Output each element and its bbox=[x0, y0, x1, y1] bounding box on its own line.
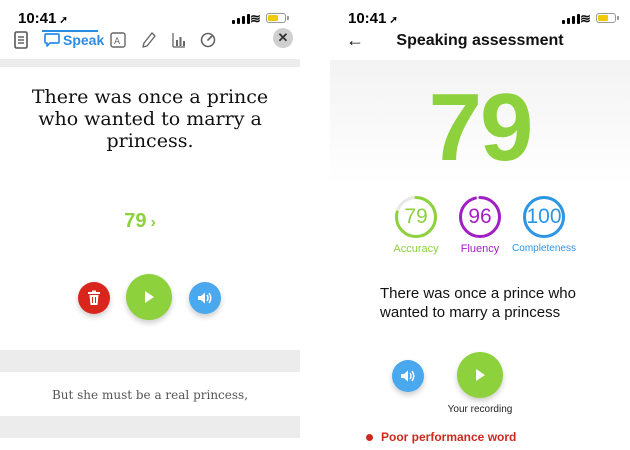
active-tab-indicator bbox=[42, 30, 98, 32]
pencil-icon[interactable] bbox=[142, 30, 156, 50]
legend-dot-icon bbox=[366, 434, 373, 442]
metric-completeness: 100 Completeness bbox=[512, 195, 576, 254]
wifi-icon: ≋ bbox=[580, 11, 591, 26]
assessment-screen: 10:41 ➚ ≋ ← Speaking assessment 79 79 Acc… bbox=[330, 0, 630, 450]
completeness-ring: 100 bbox=[522, 195, 566, 239]
svg-text:A: A bbox=[114, 37, 121, 47]
speak-screen: 10:41 ➚ ≋ Speak A ✕ There was once a prin… bbox=[0, 0, 300, 450]
status-bar: 10:41 ➚ ≋ bbox=[0, 8, 300, 30]
accuracy-value: 79 bbox=[404, 205, 428, 228]
speak-bubble-icon bbox=[44, 33, 60, 47]
section-divider-bottom bbox=[0, 416, 300, 438]
speedometer-icon[interactable] bbox=[200, 30, 216, 50]
audio-button[interactable] bbox=[189, 282, 221, 314]
close-button[interactable]: ✕ bbox=[273, 28, 293, 48]
play-icon bbox=[145, 291, 154, 303]
section-divider bbox=[0, 350, 300, 372]
recording-label: Your recording bbox=[447, 404, 513, 415]
fluency-ring: 96 bbox=[458, 195, 502, 239]
accuracy-label: Accuracy bbox=[393, 243, 439, 255]
header: ← Speaking assessment bbox=[330, 28, 630, 56]
overall-score: 79 bbox=[428, 74, 534, 181]
translate-icon[interactable]: A bbox=[110, 30, 126, 50]
play-recording-button[interactable] bbox=[457, 352, 503, 398]
tab-speak[interactable]: Speak bbox=[44, 30, 104, 50]
metric-accuracy: 79 Accuracy bbox=[384, 195, 448, 255]
tab-speak-label: Speak bbox=[63, 32, 105, 48]
score-value: 79 bbox=[124, 210, 147, 232]
wifi-icon: ≋ bbox=[250, 11, 261, 26]
page-title: Speaking assessment bbox=[396, 32, 564, 49]
document-icon[interactable] bbox=[14, 30, 28, 50]
battery-icon bbox=[266, 13, 289, 23]
reference-audio-button[interactable] bbox=[392, 360, 424, 392]
close-icon: ✕ bbox=[277, 30, 289, 45]
fluency-label: Fluency bbox=[460, 243, 500, 255]
signal-icon bbox=[232, 14, 250, 24]
legend-label: Poor performance word bbox=[381, 430, 517, 444]
score-link[interactable]: 79 › bbox=[0, 210, 280, 233]
chevron-right-icon: › bbox=[150, 214, 156, 231]
bar-chart-icon[interactable] bbox=[172, 30, 186, 50]
status-time: 10:41 ➚ bbox=[348, 10, 398, 27]
battery-icon bbox=[596, 13, 619, 23]
delete-button[interactable] bbox=[78, 282, 110, 314]
speaker-icon bbox=[401, 370, 415, 382]
metric-fluency: 96 Fluency bbox=[448, 195, 512, 255]
legend-poor-word: Poor performance word bbox=[366, 430, 516, 444]
signal-icon bbox=[562, 14, 580, 24]
assessed-sentence[interactable]: There was once a prince who wanted to ma… bbox=[380, 284, 620, 322]
play-icon bbox=[476, 369, 485, 381]
play-button[interactable] bbox=[126, 274, 172, 320]
fluency-value: 96 bbox=[468, 205, 492, 228]
completeness-label: Completeness bbox=[512, 243, 576, 254]
next-sentence[interactable]: But she must be a real princess, bbox=[0, 388, 300, 402]
completeness-value: 100 bbox=[526, 205, 562, 228]
status-time: 10:41 ➚ bbox=[18, 10, 68, 27]
divider bbox=[0, 59, 300, 67]
accuracy-ring: 79 bbox=[394, 195, 438, 239]
toolbar: Speak A bbox=[0, 28, 300, 58]
speaker-icon bbox=[198, 292, 212, 304]
trash-icon bbox=[88, 290, 100, 305]
practice-sentence: There was once a prince who wanted to ma… bbox=[31, 86, 269, 152]
status-bar: 10:41 ➚ ≋ bbox=[330, 8, 630, 30]
